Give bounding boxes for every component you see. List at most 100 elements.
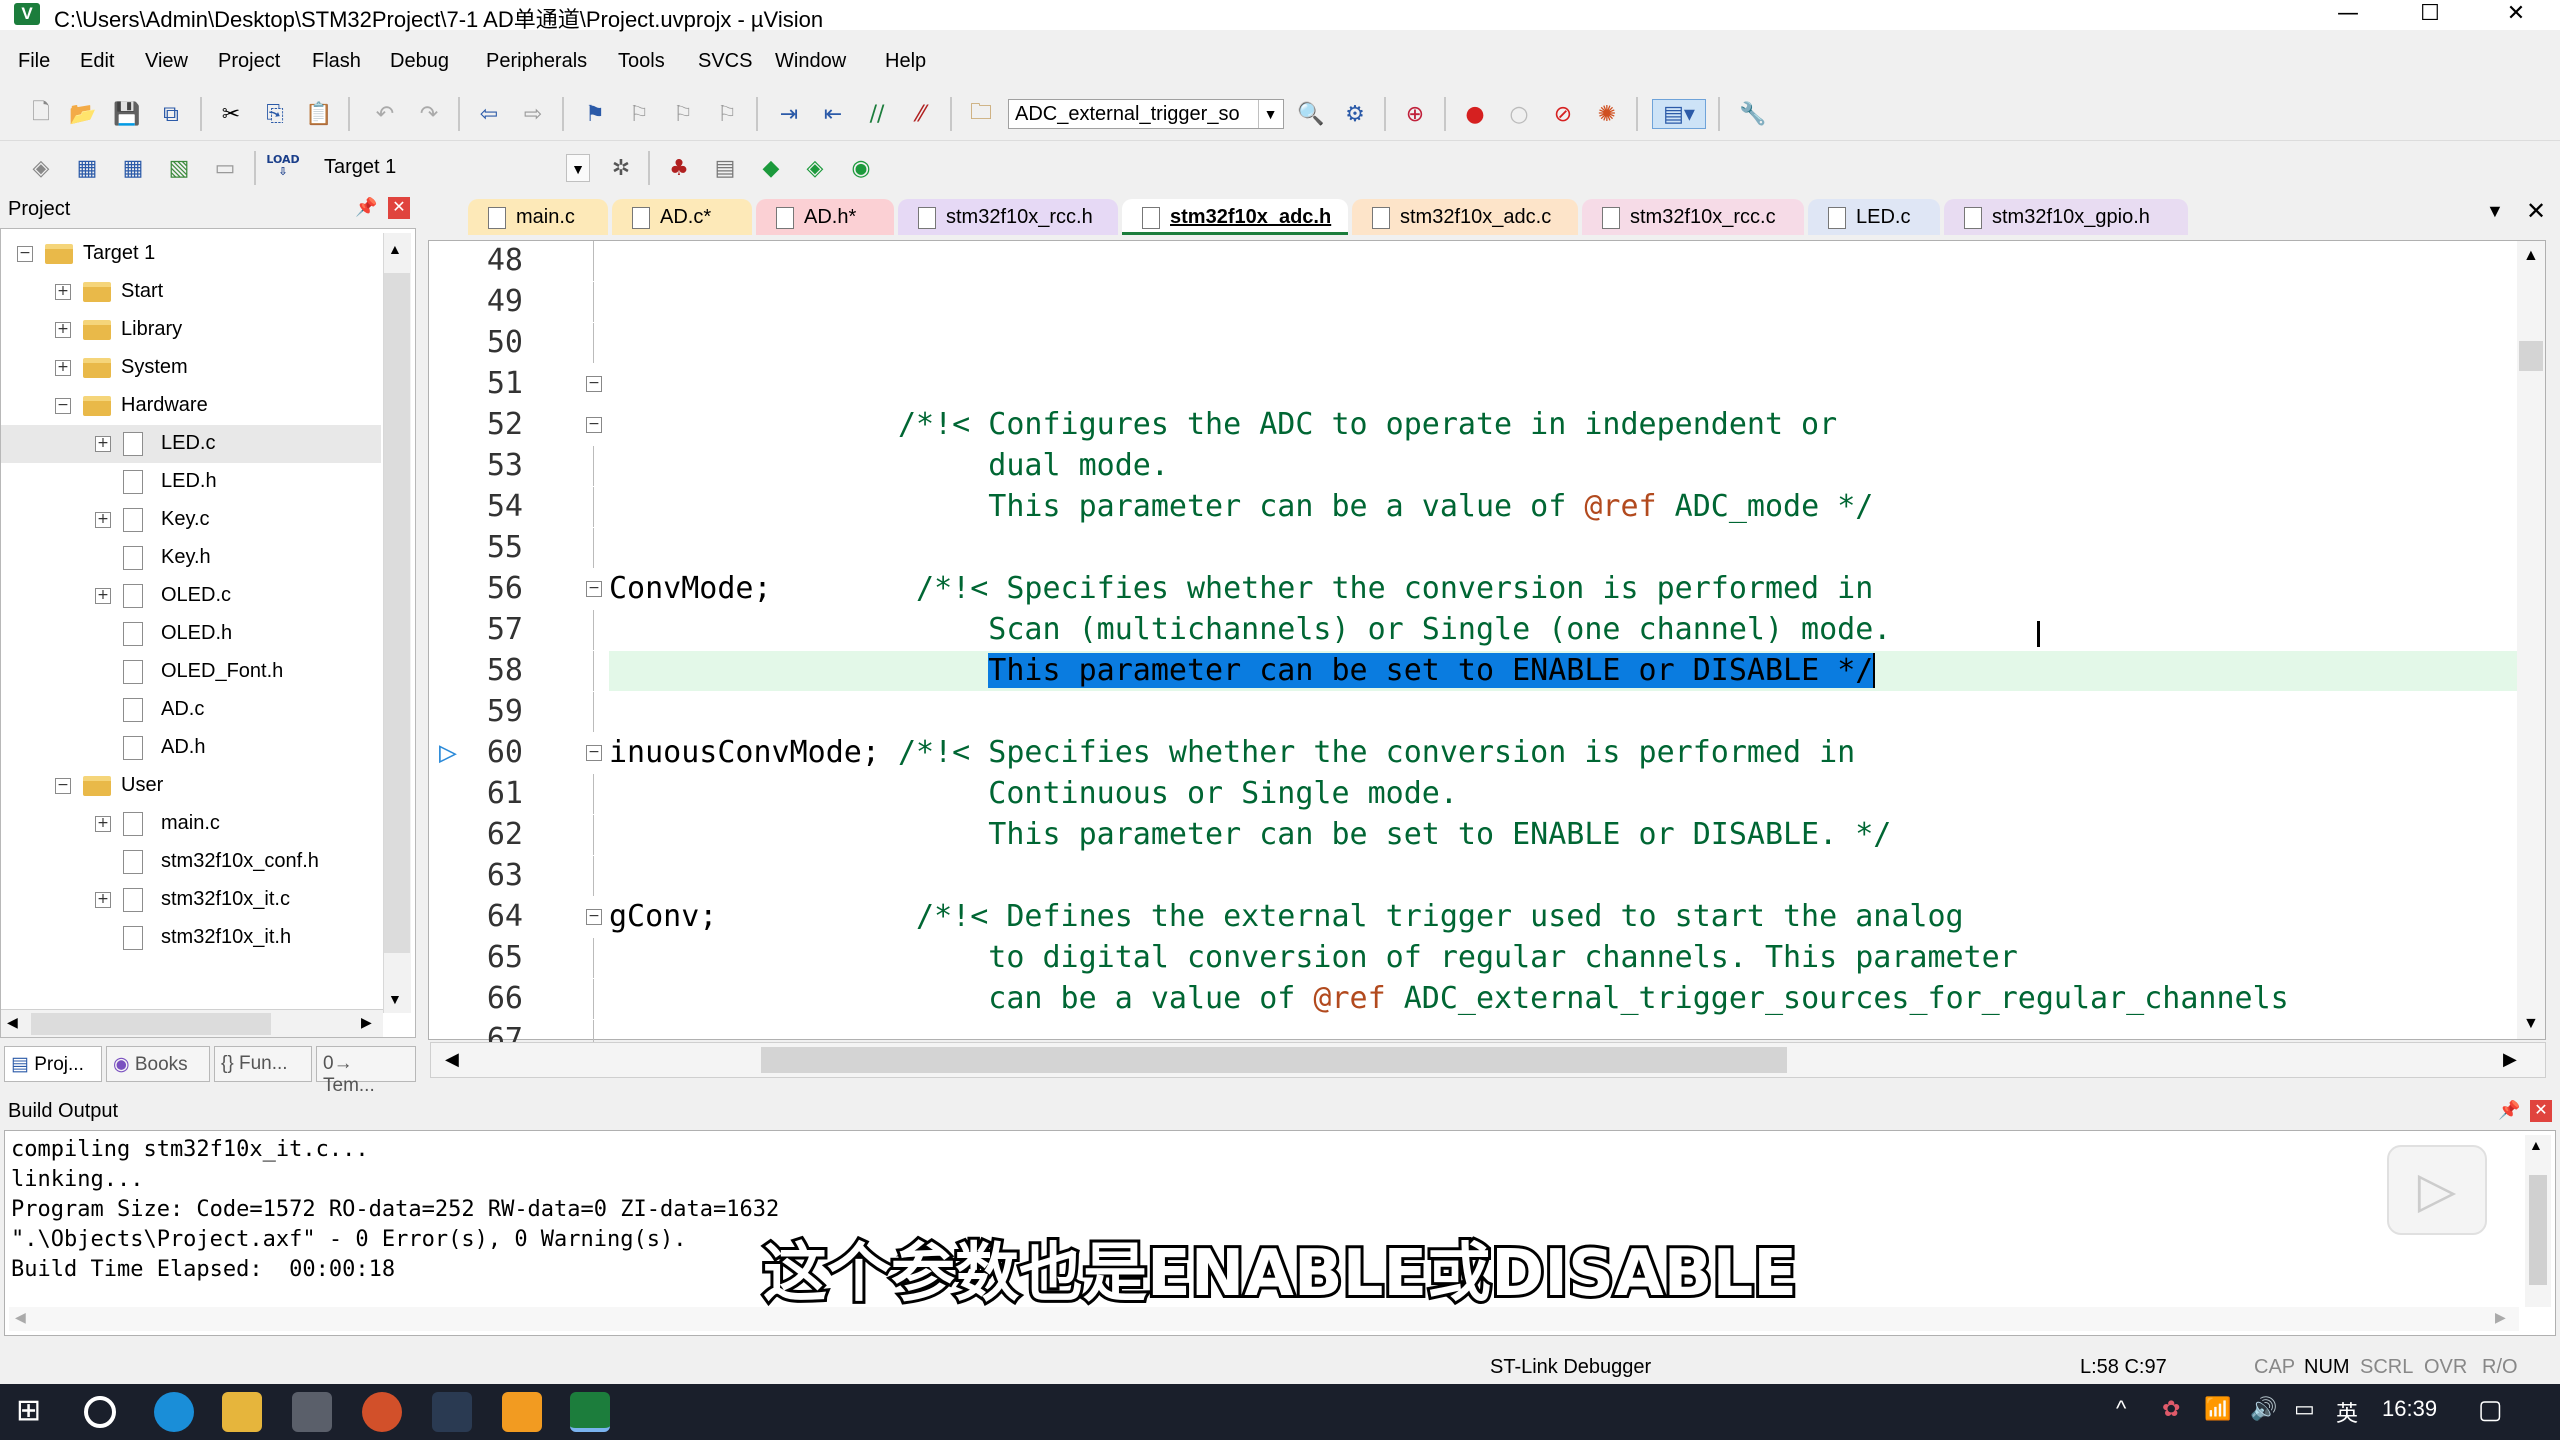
copy-icon[interactable]: ⎘ xyxy=(260,99,290,129)
editor-scroll-left-icon[interactable]: ◀ xyxy=(445,1049,459,1070)
code-line[interactable]: 57 Scan (multichannels) or Single (one c… xyxy=(429,610,2519,650)
ime-indicator[interactable]: 英 xyxy=(2336,1396,2358,1428)
unindent-icon[interactable]: ⇤ xyxy=(818,99,848,129)
editor-scroll-right-icon[interactable]: ▶ xyxy=(2503,1049,2517,1070)
kill-all-breakpoints-icon[interactable]: ✺ xyxy=(1592,99,1622,129)
disable-breakpoint-icon[interactable]: ○ xyxy=(1504,99,1534,129)
editor-scroll-up-icon[interactable]: ▲ xyxy=(2523,247,2539,265)
volume-icon[interactable]: 🔊 xyxy=(2250,1396,2277,1422)
paste-icon[interactable]: 📋 xyxy=(304,99,334,129)
tree-item-folder[interactable]: − User xyxy=(1,767,381,805)
build-icon[interactable]: ▦ xyxy=(72,153,102,183)
build-scroll-up-icon[interactable]: ▲ xyxy=(2529,1137,2543,1153)
navigate-forward-icon[interactable]: ⇨ xyxy=(518,99,548,129)
menu-svcs[interactable]: SVCS xyxy=(698,50,752,73)
uvision-taskbar-icon[interactable] xyxy=(570,1392,610,1432)
tree-item-folder[interactable]: + Library xyxy=(1,311,381,349)
editor-tab[interactable]: stm32f10x_gpio.h xyxy=(1944,199,2188,235)
tree-item-file[interactable]: AD.h xyxy=(1,729,381,767)
tree-item-file[interactable]: OLED_Font.h xyxy=(1,653,381,691)
comment-icon[interactable]: // xyxy=(862,99,892,129)
bookmark-icon[interactable]: ⚑ xyxy=(580,99,610,129)
clear-bookmarks-icon[interactable]: ⚐ xyxy=(712,99,742,129)
code-line[interactable]: 52 − /*!< Configures the ADC to operate i… xyxy=(429,405,2519,445)
expand-icon[interactable]: + xyxy=(55,360,71,376)
select-packs-icon[interactable]: ▤ xyxy=(710,153,740,183)
rebuild-icon[interactable]: ▦ xyxy=(118,153,148,183)
scroll-up-icon[interactable]: ▲ xyxy=(388,241,402,257)
code-line[interactable]: 65 to digital conversion of regular chan… xyxy=(429,938,2519,978)
expand-icon[interactable]: + xyxy=(55,284,71,300)
code-line[interactable]: 51 − xyxy=(429,364,2519,404)
tree-item-file[interactable]: + Key.c xyxy=(1,501,381,539)
minimize-button[interactable]: — xyxy=(2318,0,2378,30)
tree-item-folder[interactable]: + Start xyxy=(1,273,381,311)
pin-icon[interactable]: 📌 xyxy=(355,197,377,218)
menu-flash[interactable]: Flash xyxy=(312,50,361,73)
menu-project[interactable]: Project xyxy=(218,50,280,73)
menu-tools[interactable]: Tools xyxy=(618,50,665,73)
collapse-icon[interactable]: − xyxy=(55,778,71,794)
code-line[interactable]: 64 − gConv; /*!< Defines the external trig… xyxy=(429,897,2519,937)
tree-item-file[interactable]: OLED.h xyxy=(1,615,381,653)
fold-icon[interactable]: − xyxy=(586,745,602,761)
scroll-right-icon[interactable]: ▶ xyxy=(361,1014,372,1031)
editor-tab[interactable]: stm32f10x_adc.h xyxy=(1122,199,1348,235)
expand-icon[interactable]: + xyxy=(95,816,111,832)
tree-item-folder[interactable]: + System xyxy=(1,349,381,387)
tab-templates[interactable]: 0→ Tem... xyxy=(316,1046,416,1096)
stop-build-icon[interactable]: ▭ xyxy=(210,153,240,183)
clock[interactable]: 16:39 xyxy=(2382,1396,2437,1422)
file-explorer-icon[interactable] xyxy=(222,1392,262,1432)
tree-item-file[interactable]: + LED.c xyxy=(1,425,381,463)
tree-item-file[interactable]: AD.c xyxy=(1,691,381,729)
undo-icon[interactable]: ↶ xyxy=(370,99,400,129)
download-icon[interactable]: LOAD ⇩ xyxy=(266,151,299,181)
editor-tab[interactable]: AD.c* xyxy=(612,199,752,235)
fold-icon[interactable]: − xyxy=(586,581,602,597)
target-dropdown-icon[interactable]: ▼ xyxy=(566,154,590,182)
pack-installer-icon[interactable]: ◆ xyxy=(756,153,786,183)
tab-project[interactable]: ▤ Proj... xyxy=(4,1046,102,1082)
expand-icon[interactable]: + xyxy=(55,322,71,338)
incremental-find-icon[interactable]: ⚙ xyxy=(1340,99,1370,129)
editor-horizontal-scrollbar[interactable]: ◀ ▶ xyxy=(430,1042,2546,1078)
tree-item-file[interactable]: stm32f10x_conf.h xyxy=(1,843,381,881)
camera-app-icon[interactable] xyxy=(292,1392,332,1432)
editor-vertical-scrollbar[interactable]: ▲ ▼ xyxy=(2517,241,2545,1039)
breakpoint-icon[interactable]: ● xyxy=(1460,99,1490,129)
build-pin-icon[interactable]: 📌 xyxy=(2498,1100,2520,1121)
collapse-icon[interactable]: − xyxy=(55,398,71,414)
tray-app-icon[interactable]: ✿ xyxy=(2162,1396,2180,1422)
tree-item-target[interactable]: − Target 1 xyxy=(1,235,381,273)
editor-scroll-down-icon[interactable]: ▼ xyxy=(2523,1015,2539,1033)
batch-build-icon[interactable]: ▧ xyxy=(164,153,194,183)
expand-icon[interactable]: + xyxy=(95,436,111,452)
indent-icon[interactable]: ⇥ xyxy=(774,99,804,129)
manage-project-icon[interactable]: ♣ xyxy=(664,153,694,183)
tree-item-file[interactable]: stm32f10x_it.h xyxy=(1,919,381,957)
tree-vertical-scrollbar[interactable]: ▲ ▼ xyxy=(383,233,411,1013)
find-combo-dropdown-icon[interactable]: ▼ xyxy=(1258,100,1282,128)
editor-tab[interactable]: stm32f10x_rcc.h xyxy=(898,199,1118,235)
menu-view[interactable]: View xyxy=(145,50,188,73)
maximize-button[interactable]: ☐ xyxy=(2400,0,2460,30)
code-line[interactable]: 58 This parameter can be set to ENABLE o… xyxy=(429,651,2519,691)
prev-bookmark-icon[interactable]: ⚐ xyxy=(624,99,654,129)
save-all-icon[interactable]: ⧉ xyxy=(156,99,186,129)
code-line[interactable]: 55 xyxy=(429,528,2519,568)
fold-icon[interactable]: − xyxy=(586,909,602,925)
open-file-icon[interactable]: 📂 xyxy=(68,99,98,129)
code-line[interactable]: 62 This parameter can be set to ENABLE o… xyxy=(429,815,2519,855)
code-line[interactable]: 53 dual mode. xyxy=(429,446,2519,486)
editor-tab[interactable]: stm32f10x_adc.c xyxy=(1352,199,1578,235)
find-combo[interactable]: ADC_external_trigger_so xyxy=(1008,99,1284,129)
new-file-icon[interactable]: 🗋 xyxy=(26,99,56,129)
menu-peripherals[interactable]: Peripherals xyxy=(486,50,587,73)
network-icon[interactable]: 📶 xyxy=(2204,1396,2231,1422)
tray-expand-icon[interactable]: ^ xyxy=(2116,1396,2126,1422)
expand-icon[interactable]: + xyxy=(95,588,111,604)
fold-icon[interactable]: − xyxy=(586,417,602,433)
expand-icon[interactable]: + xyxy=(95,512,111,528)
manage-components-icon[interactable]: ◉ xyxy=(846,153,876,183)
